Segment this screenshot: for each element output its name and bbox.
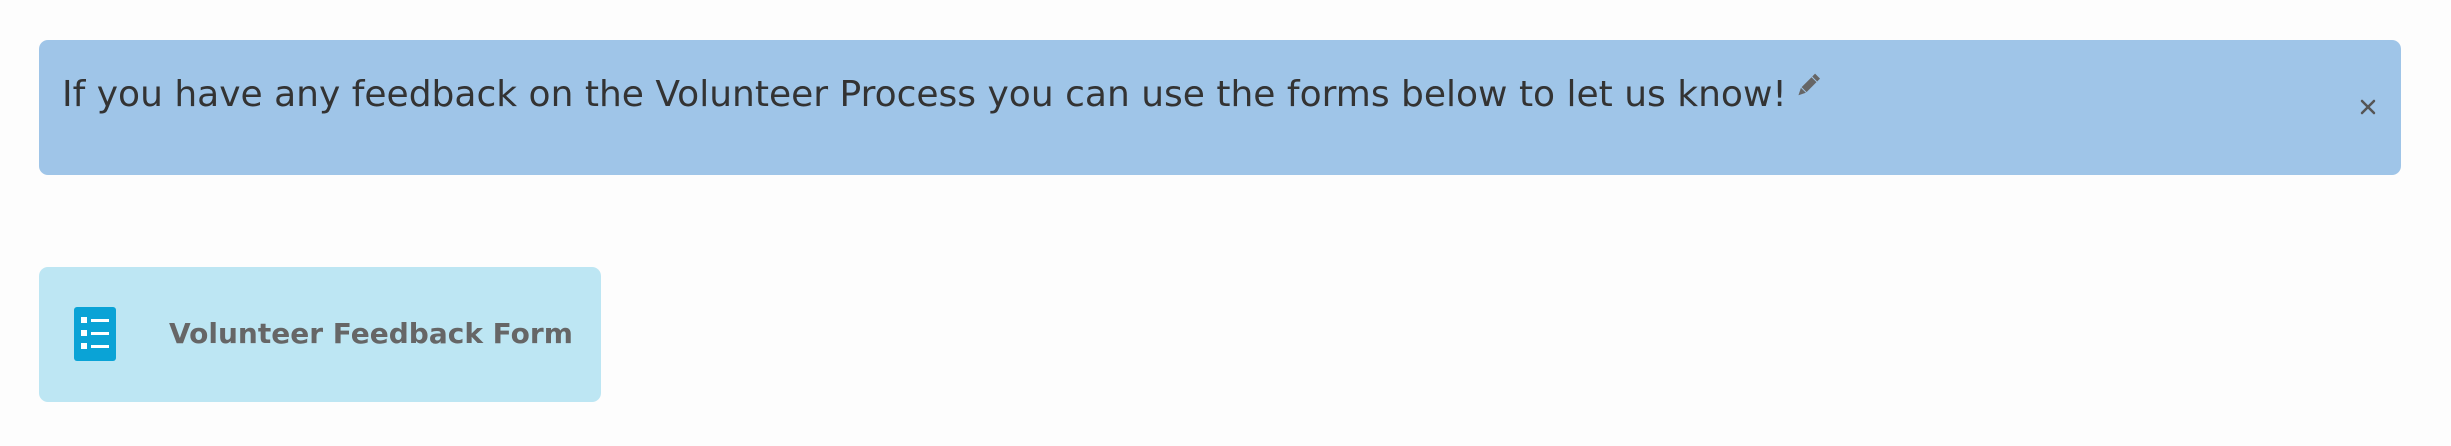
alert-message-line: If you have any feedback on the Voluntee… bbox=[62, 73, 1823, 116]
pencil-icon[interactable] bbox=[1793, 67, 1823, 97]
alert-message: If you have any feedback on the Voluntee… bbox=[62, 74, 1787, 115]
close-icon[interactable] bbox=[2353, 92, 2383, 122]
list-form-icon bbox=[74, 307, 116, 361]
feedback-alert-banner: If you have any feedback on the Voluntee… bbox=[39, 40, 2401, 175]
form-card-label: Volunteer Feedback Form bbox=[169, 317, 573, 350]
volunteer-feedback-form-card[interactable]: Volunteer Feedback Form bbox=[39, 267, 601, 402]
